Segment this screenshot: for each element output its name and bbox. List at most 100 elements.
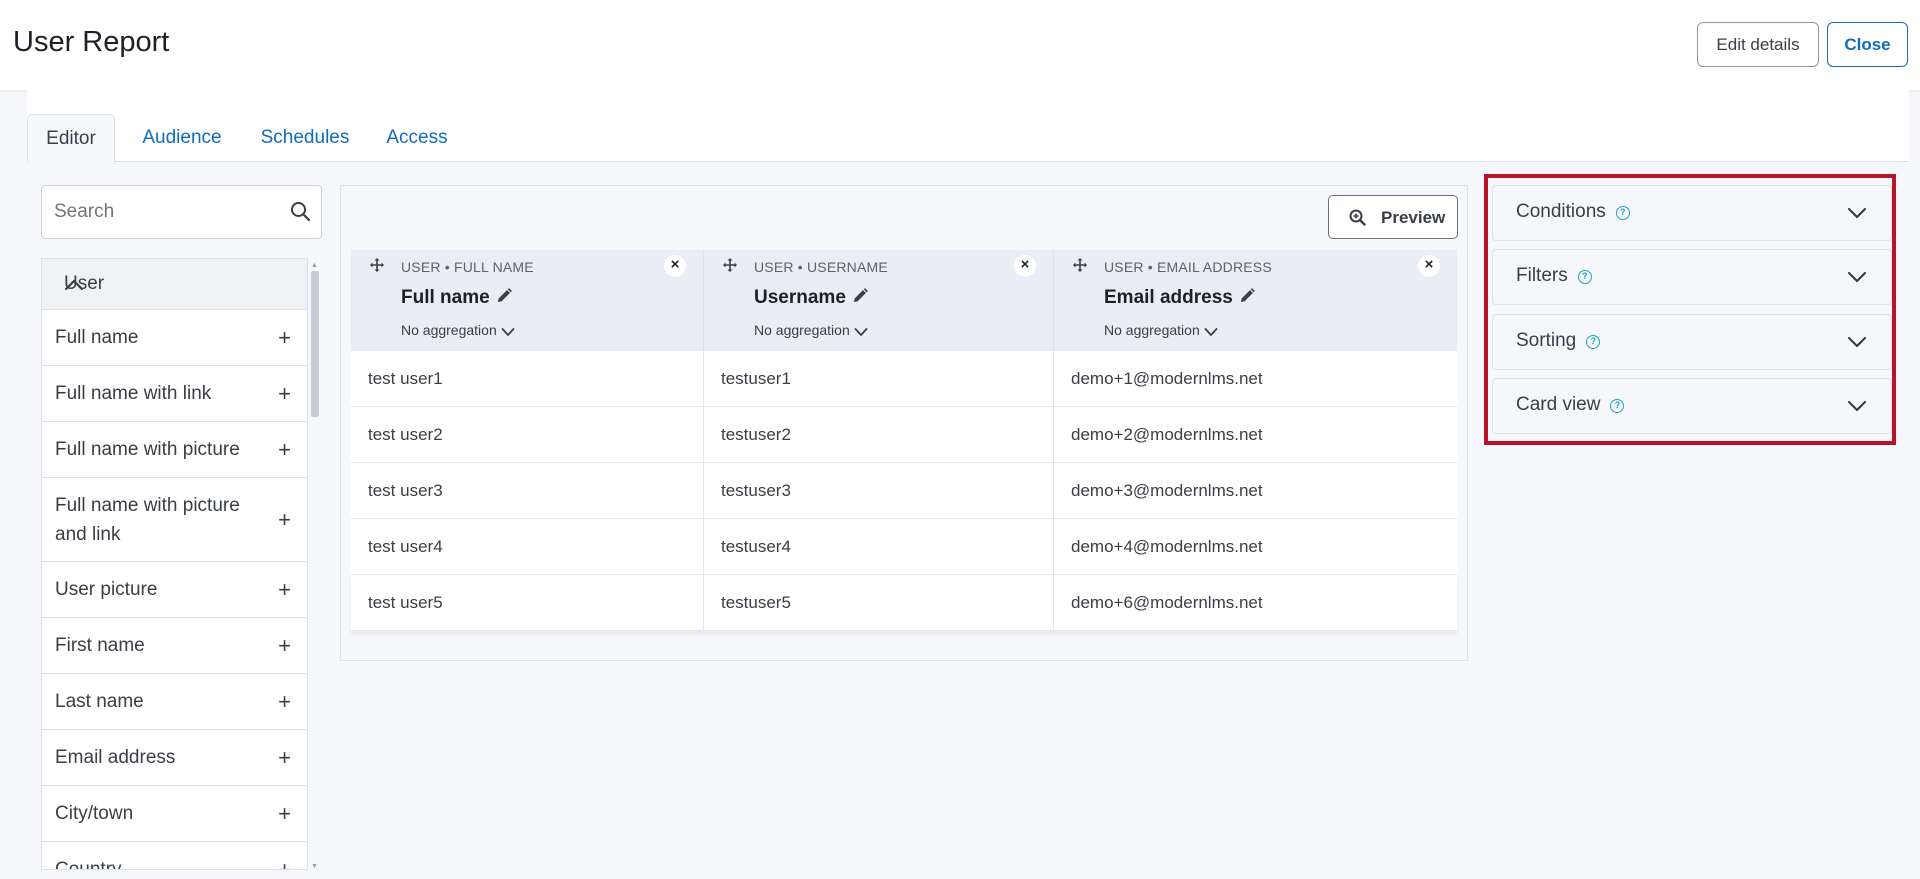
column-name[interactable]: Username [754, 287, 869, 309]
search-input[interactable] [43, 187, 273, 237]
accordion-label: Filters? [1516, 265, 1592, 287]
help-icon[interactable]: ? [1610, 399, 1625, 413]
column-name[interactable]: Email address [1104, 287, 1256, 309]
edit-details-button[interactable]: Edit details [1697, 22, 1819, 67]
field-item-city-town[interactable]: City/town + [42, 786, 307, 842]
scroll-down-icon[interactable]: ▼ [311, 863, 318, 870]
tab-audience[interactable]: Audience [126, 114, 238, 162]
page-header: User Report Edit details Close [0, 0, 1920, 90]
field-item-user-picture[interactable]: User picture + [42, 562, 307, 618]
table-cell: demo+1@modernlms.net [1071, 369, 1263, 388]
pencil-icon[interactable] [1238, 287, 1256, 305]
zoom-in-icon [1349, 209, 1366, 226]
table-cell: demo+4@modernlms.net [1071, 537, 1263, 556]
column-name[interactable]: Full name [401, 287, 513, 309]
plus-icon[interactable]: + [278, 325, 291, 350]
table-cell: demo+6@modernlms.net [1071, 593, 1263, 612]
table-cell: test user5 [351, 575, 704, 631]
column-header-email-address[interactable]: USER • EMAIL ADDRESS Email address No ag… [1054, 250, 1457, 351]
preview-label: Preview [1381, 208, 1446, 227]
move-icon[interactable] [1072, 257, 1088, 278]
field-item-full-name-with-picture[interactable]: Full name with picture + [42, 422, 307, 478]
plus-icon[interactable]: + [278, 507, 291, 532]
table-cell: test user3 [351, 463, 704, 519]
plus-icon[interactable]: + [278, 381, 291, 406]
chevron-down-icon [1847, 206, 1867, 224]
column-source: USER • EMAIL ADDRESS [1104, 259, 1272, 275]
accordion-label: Card view? [1516, 394, 1625, 416]
search-icon[interactable] [290, 201, 311, 227]
chevron-down-icon [501, 328, 515, 336]
preview-button[interactable]: Preview [1328, 195, 1458, 239]
table-cell: testuser2 [704, 407, 1054, 463]
page-title: User Report [13, 26, 170, 58]
sidebar-scrollbar[interactable]: ▲ ▼ [311, 262, 319, 870]
chevron-down-icon [1204, 328, 1218, 336]
remove-column-icon[interactable]: × [664, 255, 686, 277]
chevron-up-icon [64, 275, 287, 297]
table-cell: testuser5 [704, 575, 1054, 631]
table-row: test user3 testuser3 demo+3@modernlms.ne… [351, 463, 1457, 519]
plus-icon[interactable]: + [278, 801, 291, 826]
move-icon[interactable] [369, 257, 385, 278]
accordion-sorting[interactable]: Sorting? [1492, 314, 1892, 370]
chevron-down-icon [1847, 270, 1867, 288]
accordion-filters[interactable]: Filters? [1492, 249, 1892, 305]
plus-icon[interactable]: + [278, 857, 291, 869]
tab-editor[interactable]: Editor [27, 114, 115, 163]
help-icon[interactable]: ? [1615, 206, 1630, 220]
chevron-down-icon [1847, 335, 1867, 353]
scrollbar-thumb[interactable] [311, 271, 319, 417]
accordion-label: Sorting? [1516, 330, 1601, 352]
field-item-first-name[interactable]: First name + [42, 618, 307, 674]
column-source: USER • FULL NAME [401, 259, 534, 275]
chevron-down-icon [854, 328, 868, 336]
field-item-full-name-with-link[interactable]: Full name with link + [42, 366, 307, 422]
field-item-last-name[interactable]: Last name + [42, 674, 307, 730]
close-button[interactable]: Close [1827, 22, 1908, 67]
column-header-full-name[interactable]: USER • FULL NAME Full name No aggregatio… [351, 250, 704, 351]
table-row: test user5 testuser5 demo+6@modernlms.ne… [351, 575, 1457, 631]
plus-icon[interactable]: + [278, 745, 291, 770]
remove-column-icon[interactable]: × [1418, 255, 1440, 277]
column-source: USER • USERNAME [754, 259, 888, 275]
aggregation-select[interactable]: No aggregation [401, 322, 515, 338]
accordion-conditions[interactable]: Conditions? [1492, 185, 1892, 241]
aggregation-select[interactable]: No aggregation [1104, 322, 1218, 338]
move-icon[interactable] [722, 257, 738, 278]
pencil-icon[interactable] [495, 287, 513, 305]
table-cell: testuser1 [704, 351, 1054, 407]
field-item-email-address[interactable]: Email address + [42, 730, 307, 786]
remove-column-icon[interactable]: × [1014, 255, 1036, 277]
aggregation-select[interactable]: No aggregation [754, 322, 868, 338]
pencil-icon[interactable] [851, 287, 869, 305]
column-header-username[interactable]: USER • USERNAME Username No aggregation … [704, 250, 1054, 351]
table-cell: testuser4 [704, 519, 1054, 575]
table-row: test user2 testuser2 demo+2@modernlms.ne… [351, 407, 1457, 463]
table-cell: demo+2@modernlms.net [1071, 425, 1263, 444]
tab-bar: Editor Audience Schedules Access [27, 90, 1909, 163]
help-icon[interactable]: ? [1577, 270, 1592, 284]
search-box [41, 185, 322, 239]
tab-schedules[interactable]: Schedules [249, 114, 361, 162]
scroll-up-icon[interactable]: ▲ [311, 262, 318, 269]
accordion-label: Conditions? [1516, 201, 1630, 223]
field-list-panel: User Full name + Full name with link + Ful… [41, 258, 308, 870]
table-cell: test user1 [351, 351, 704, 407]
user-group-header[interactable]: User [42, 259, 307, 310]
accordion-card-view[interactable]: Card view? [1492, 378, 1892, 434]
field-item-country[interactable]: Country + [42, 842, 307, 869]
plus-icon[interactable]: + [278, 437, 291, 462]
field-item-full-name[interactable]: Full name + [42, 310, 307, 366]
table-row: test user4 testuser4 demo+4@modernlms.ne… [351, 519, 1457, 575]
tab-access[interactable]: Access [372, 114, 462, 162]
plus-icon[interactable]: + [278, 633, 291, 658]
plus-icon[interactable]: + [278, 689, 291, 714]
table-row: test user1 testuser1 demo+1@modernlms.ne… [351, 351, 1457, 407]
field-item-full-name-with-picture-and-link[interactable]: Full name with picture and link + [42, 478, 307, 562]
chevron-down-icon [1847, 399, 1867, 417]
table-cell: test user4 [351, 519, 704, 575]
table-cell: testuser3 [704, 463, 1054, 519]
help-icon[interactable]: ? [1586, 335, 1601, 349]
plus-icon[interactable]: + [278, 577, 291, 602]
